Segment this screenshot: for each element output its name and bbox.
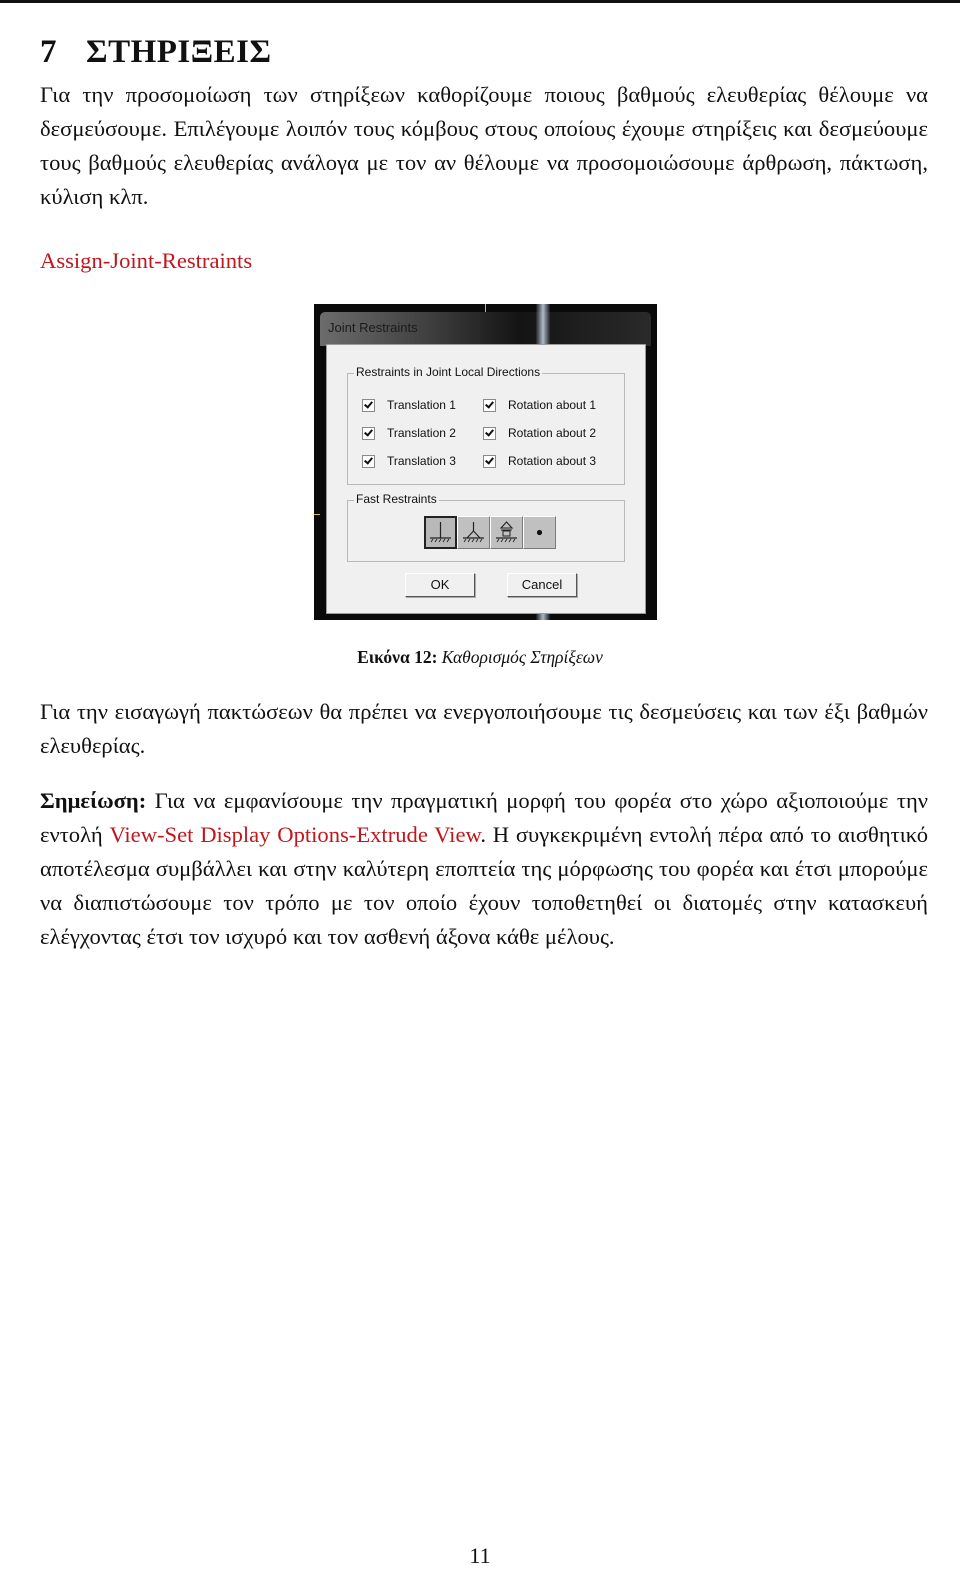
translation-2-checkbox[interactable]: Translation 2 [362,426,456,440]
checkmark-icon[interactable] [362,454,375,468]
roller-support-icon [496,521,517,543]
figure-caption: Εικόνα 12: Καθορισμός Στηρίξεων [0,647,960,668]
section-heading: 7 ΣΤΗΡΙΞΕΙΣ [40,34,272,71]
fixity-paragraph: Για την εισαγωγή πακτώσεων θα πρέπει να … [40,699,928,758]
extrude-view-command: View-Set Display Options-Extrude View [109,822,481,847]
checkmark-icon[interactable] [362,398,375,412]
roller-support-button[interactable] [490,516,523,549]
cancel-button[interactable]: Cancel [507,573,577,597]
fast-restraints-label: Fast Restraints [354,492,439,506]
pinned-support-icon [463,522,484,543]
figure-caption-text: Καθορισμός Στηρίξεων [441,647,603,667]
note-paragraph: Σημείωση: Για να εμφανίσουμε την πραγματ… [40,784,928,954]
checkmark-icon[interactable] [362,426,375,440]
figure-caption-label: Εικόνα 12: [357,647,438,667]
dialog-body: Restraints in Joint Local Directions Tra… [326,344,646,614]
checkmark-icon[interactable] [483,454,496,468]
command-path: Assign-Joint-Restraints [40,248,253,273]
checkmark-icon[interactable] [483,426,496,440]
fast-restraints-group: Fast Restraints [347,492,625,562]
free-joint-button[interactable] [523,516,556,549]
dialog-screenshot: Joint Restraints Restraints in Joint Loc… [314,304,657,620]
rotation-3-checkbox[interactable]: Rotation about 3 [483,454,596,468]
checkmark-icon[interactable] [483,398,496,412]
restraints-group: Restraints in Joint Local Directions Tra… [347,365,625,485]
viewport-tick [314,514,320,515]
intro-paragraph: Για την προσομοίωση των στηρίξεων καθορί… [40,82,928,209]
section-number: 7 [40,34,57,70]
dialog-titlebar: Joint Restraints [320,312,651,346]
section-title: ΣΤΗΡΙΞΕΙΣ [86,34,272,70]
pinned-support-button[interactable] [457,516,490,549]
fixed-support-button[interactable] [424,516,457,549]
restraints-group-label: Restraints in Joint Local Directions [354,365,543,379]
fixed-support-icon [430,522,451,543]
translation-3-checkbox[interactable]: Translation 3 [362,454,456,468]
translation-1-checkbox[interactable]: Translation 1 [362,398,456,412]
page-number: 11 [469,1543,491,1568]
rotation-1-checkbox[interactable]: Rotation about 1 [483,398,596,412]
header-rule [0,0,960,3]
note-label: Σημείωση: [40,788,147,813]
dialog-title: Joint Restraints [328,320,418,335]
ok-button[interactable]: OK [405,573,475,597]
rotation-2-checkbox[interactable]: Rotation about 2 [483,426,596,440]
free-joint-icon [536,529,543,536]
